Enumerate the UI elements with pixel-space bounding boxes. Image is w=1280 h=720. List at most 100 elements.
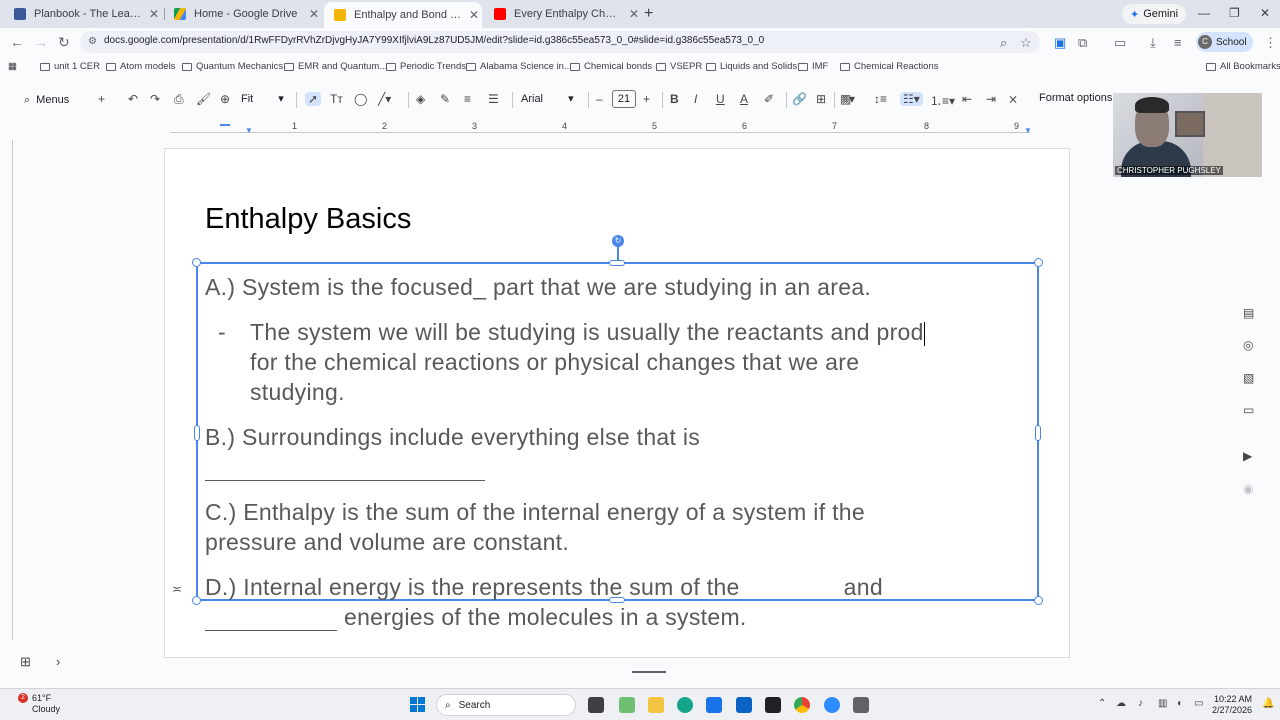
taskbar-clock[interactable]: 10:22 AM 2/27/2026 bbox=[1212, 694, 1252, 716]
tasks-icon[interactable]: ▧ bbox=[1243, 371, 1254, 385]
tab-search-icon[interactable]: ▭ bbox=[1114, 35, 1126, 51]
add-on-icon[interactable]: ◉ bbox=[1243, 482, 1253, 496]
bookmark-unit-1-cer[interactable]: unit 1 CER bbox=[40, 61, 100, 72]
speaker-notes-toggle-icon[interactable]: ≍ bbox=[172, 582, 182, 596]
tab-google-drive[interactable]: Home - Google Drive ✕ bbox=[164, 3, 322, 25]
item-a-sub-line-2[interactable]: for the chemical reactions or physical c… bbox=[250, 347, 859, 378]
ruler-margin-marker[interactable] bbox=[220, 124, 230, 126]
camera-icon[interactable] bbox=[853, 697, 869, 713]
weather-widget[interactable]: 2 61°F Cloudy bbox=[18, 693, 60, 715]
task-view-icon[interactable] bbox=[588, 697, 604, 713]
bookmark-imf[interactable]: IMF bbox=[798, 61, 828, 72]
bookmark-chemical-bonds[interactable]: Chemical bonds bbox=[570, 61, 652, 72]
border-weight-icon[interactable]: ≡ bbox=[464, 92, 471, 106]
redo-icon[interactable]: ↷ bbox=[150, 92, 160, 106]
rotate-handle-icon[interactable]: ↻ bbox=[612, 235, 624, 247]
onedrive-icon[interactable]: ☁ bbox=[1116, 698, 1126, 709]
mic-icon[interactable]: ♪ bbox=[1138, 698, 1143, 709]
resize-handle-top-right[interactable] bbox=[1034, 258, 1043, 267]
paint-format-icon[interactable]: 🖌 bbox=[196, 92, 211, 106]
bookmark-alabama-science[interactable]: Alabama Science in... bbox=[466, 61, 572, 72]
windows-start-icon[interactable] bbox=[410, 697, 426, 713]
resize-handle-top[interactable] bbox=[609, 260, 625, 266]
notifications-icon[interactable]: 🔔 bbox=[1262, 698, 1274, 709]
item-a-sub-line-1[interactable]: The system we will be studying is usuall… bbox=[250, 317, 925, 348]
line-spacing-icon[interactable]: ↕≡ bbox=[874, 92, 887, 106]
resize-handle-bottom-right[interactable] bbox=[1034, 596, 1043, 605]
bookmark-quantum-mechanics[interactable]: Quantum Mechanics bbox=[182, 61, 283, 72]
tab-youtube-video[interactable]: Every Enthalpy Change Animate ✕ bbox=[484, 3, 642, 25]
chrome-icon[interactable] bbox=[794, 697, 810, 713]
volume-icon[interactable]: ◖ bbox=[1176, 698, 1182, 709]
item-d-line-2[interactable]: energies of the molecules in a system. bbox=[344, 602, 747, 633]
undo-icon[interactable]: ↶ bbox=[128, 92, 138, 106]
extension-icon[interactable]: ▣ bbox=[1054, 35, 1066, 51]
decrease-indent-icon[interactable]: ⇤ bbox=[962, 92, 972, 106]
increase-indent-icon[interactable]: ⇥ bbox=[986, 92, 996, 106]
tab-enthalpy-slides[interactable]: Enthalpy and Bond energy - Go ✕ bbox=[324, 2, 482, 28]
bookmark-periodic-trends[interactable]: Periodic Trends bbox=[386, 61, 466, 72]
zoom-icon[interactable]: ⊕ bbox=[220, 92, 230, 106]
grid-view-icon[interactable]: ⊞ bbox=[20, 654, 31, 670]
back-icon[interactable]: ← bbox=[10, 34, 24, 50]
item-c-line-1[interactable]: C.) Enthalpy is the sum of the internal … bbox=[205, 497, 865, 528]
border-color-icon[interactable]: ✎ bbox=[440, 92, 450, 106]
network-icon[interactable]: ▥ bbox=[1158, 698, 1167, 709]
print-icon[interactable]: ⎙ bbox=[174, 92, 184, 107]
outlook-icon[interactable] bbox=[736, 697, 752, 713]
select-tool-icon[interactable]: ➚ bbox=[305, 92, 322, 106]
font-select[interactable]: Arial ▾ bbox=[521, 92, 574, 105]
border-dash-icon[interactable]: ☰ bbox=[488, 92, 499, 106]
bold-icon[interactable]: B bbox=[670, 92, 679, 106]
bookmark-emr-quantum[interactable]: EMR and Quantum... bbox=[284, 61, 387, 72]
extensions-puzzle-icon[interactable]: ⧉ bbox=[1078, 35, 1087, 51]
edge-icon[interactable] bbox=[677, 697, 693, 713]
slide-canvas[interactable]: Enthalpy Basics ↻ A.) System is the focu… bbox=[164, 148, 1070, 658]
expand-filmstrip-icon[interactable]: › bbox=[56, 654, 60, 669]
resize-handle-bottom-left[interactable] bbox=[192, 596, 201, 605]
item-d-line-1[interactable]: D.) Internal energy is the represents th… bbox=[205, 572, 883, 603]
battery-icon[interactable]: ▭ bbox=[1194, 698, 1203, 709]
bookmark-star-icon[interactable]: ☆ bbox=[1020, 35, 1032, 51]
new-tab-button[interactable]: + bbox=[644, 5, 653, 23]
keep-icon[interactable]: ◎ bbox=[1243, 338, 1253, 352]
right-indent-marker-icon[interactable]: ▼ bbox=[1024, 126, 1032, 135]
forward-icon[interactable]: → bbox=[34, 34, 48, 50]
item-a-text[interactable]: A.) System is the focused_ part that we … bbox=[205, 272, 871, 303]
underline-icon[interactable]: U bbox=[716, 92, 725, 106]
slideshow-icon[interactable]: ▶ bbox=[1243, 449, 1252, 463]
folder-icon[interactable]: ▭ bbox=[1243, 403, 1254, 417]
item-a-sub-line-3[interactable]: studying. bbox=[250, 377, 345, 408]
resize-handle-top-left[interactable] bbox=[192, 258, 201, 267]
line-icon[interactable]: ╱▾ bbox=[378, 92, 391, 106]
apps-grid-icon[interactable]: ▦ bbox=[8, 61, 17, 72]
restore-icon[interactable]: ❐ bbox=[1229, 6, 1240, 20]
more-menu-icon[interactable]: ⋮ bbox=[1264, 35, 1277, 51]
link-icon[interactable]: 🔗 bbox=[792, 92, 807, 106]
close-window-icon[interactable]: ✕ bbox=[1260, 6, 1270, 20]
close-tab-icon[interactable]: ✕ bbox=[146, 7, 162, 21]
profile-button[interactable]: C School bbox=[1196, 32, 1253, 52]
bulleted-list-icon[interactable]: ☷▾ bbox=[900, 92, 923, 106]
app-icon[interactable] bbox=[765, 697, 781, 713]
bookmark-chemical-reactions[interactable]: Chemical Reactions bbox=[840, 61, 938, 72]
calendar-icon[interactable]: ▤ bbox=[1243, 306, 1254, 320]
all-bookmarks[interactable]: All Bookmarks bbox=[1206, 61, 1280, 72]
numbered-list-icon[interactable]: ⒈≡▾ bbox=[930, 92, 955, 109]
reload-icon[interactable]: ↻ bbox=[58, 34, 70, 51]
close-tab-icon[interactable]: ✕ bbox=[626, 7, 642, 21]
item-c-line-2[interactable]: pressure and volume are constant. bbox=[205, 527, 569, 558]
gemini-button[interactable]: ✦ Gemini bbox=[1122, 4, 1187, 24]
shape-icon[interactable]: ◯ bbox=[354, 92, 367, 106]
comment-icon[interactable]: ⊞ bbox=[816, 92, 826, 106]
media-control-icon[interactable]: ≡ bbox=[1174, 35, 1182, 50]
store-icon[interactable] bbox=[706, 697, 722, 713]
tab-planbook[interactable]: Planbook - The Leader in Lesso ✕ bbox=[4, 3, 162, 25]
decrease-font-size-icon[interactable]: – bbox=[596, 92, 603, 106]
item-b-text[interactable]: B.) Surroundings include everything else… bbox=[205, 422, 700, 453]
minimize-icon[interactable]: — bbox=[1198, 6, 1210, 20]
font-size-input[interactable]: 21 bbox=[612, 90, 636, 108]
address-bar[interactable]: ⚙ docs.google.com/presentation/d/1RwFFDy… bbox=[80, 31, 1040, 53]
text-box-icon[interactable]: Tт bbox=[330, 92, 343, 106]
file-explorer-icon[interactable] bbox=[648, 697, 664, 713]
